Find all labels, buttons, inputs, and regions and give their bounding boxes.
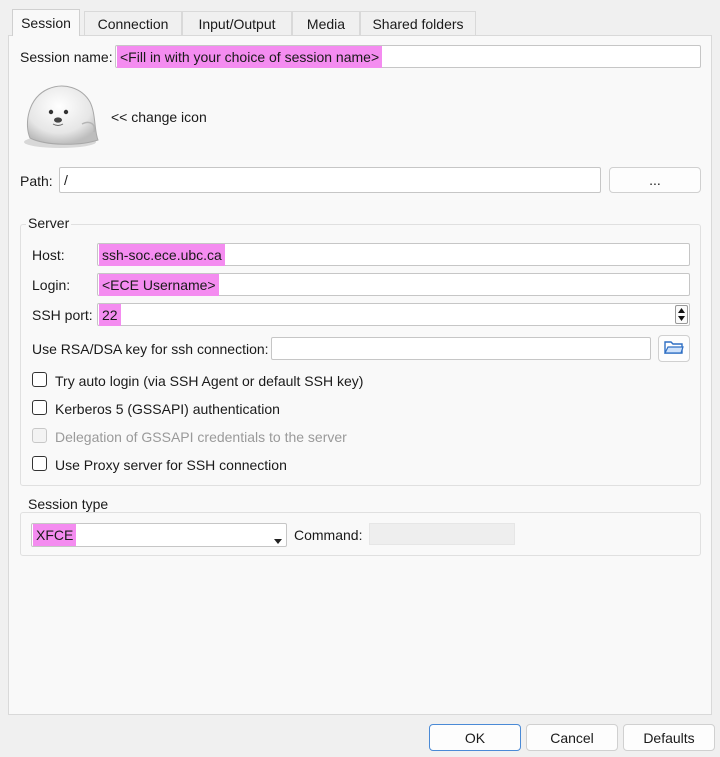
auto-login-label[interactable]: Try auto login (via SSH Agent or default… [55, 373, 363, 389]
path-value: / [64, 172, 68, 188]
folder-icon [664, 339, 684, 358]
server-group-title: Server [26, 215, 72, 231]
gssapi-delegation-checkbox [32, 428, 47, 443]
session-name-label: Session name: [20, 49, 113, 65]
login-value: <ECE Username> [99, 273, 219, 296]
session-name-input[interactable]: <Fill in with your choice of session nam… [115, 45, 701, 68]
host-label: Host: [32, 247, 65, 263]
tab-input-output[interactable]: Input/Output [182, 11, 292, 35]
cancel-label: Cancel [550, 729, 594, 746]
proxy-checkbox[interactable] [32, 456, 47, 471]
login-label: Login: [32, 277, 71, 293]
ssh-port-value: 22 [99, 303, 121, 326]
browse-path-button[interactable]: ... [609, 167, 701, 193]
ssh-port-label: SSH port: [32, 307, 93, 323]
chevron-down-icon [274, 532, 282, 548]
session-type-value: XFCE [33, 524, 77, 546]
kerberos-checkbox[interactable] [32, 400, 47, 415]
host-input[interactable]: ssh-soc.ece.ubc.ca [97, 243, 690, 266]
gssapi-delegation-label: Delegation of GSSAPI credentials to the … [55, 429, 347, 445]
seal-icon[interactable] [20, 80, 102, 150]
tab-shared-folders[interactable]: Shared folders [360, 11, 476, 35]
session-type-select[interactable]: XFCE [31, 523, 287, 547]
browse-path-label: ... [649, 172, 661, 188]
tab-media[interactable]: Media [292, 11, 360, 35]
tab-media-label: Media [306, 15, 346, 32]
tab-session[interactable]: Session [12, 9, 80, 36]
tab-connection-label: Connection [97, 15, 169, 32]
command-input [369, 523, 515, 545]
tab-shared-folders-label: Shared folders [372, 15, 464, 32]
command-label: Command: [294, 527, 363, 543]
session-type-title: Session type [26, 496, 111, 512]
path-input[interactable]: / [59, 167, 601, 193]
rsa-key-label: Use RSA/DSA key for ssh connection: [32, 341, 269, 357]
spinner-arrows-icon[interactable] [675, 305, 688, 324]
browse-key-button[interactable] [658, 335, 690, 362]
tab-input-output-label: Input/Output [198, 15, 276, 32]
host-value: ssh-soc.ece.ubc.ca [99, 243, 225, 266]
ok-label: OK [464, 729, 486, 746]
login-input[interactable]: <ECE Username> [97, 273, 690, 296]
rsa-key-input[interactable] [271, 337, 651, 360]
defaults-label: Defaults [643, 729, 695, 746]
kerberos-label[interactable]: Kerberos 5 (GSSAPI) authentication [55, 401, 280, 417]
ssh-port-input[interactable]: 22 [97, 303, 690, 326]
session-name-value: <Fill in with your choice of session nam… [117, 45, 383, 68]
path-label: Path: [20, 173, 53, 189]
proxy-label[interactable]: Use Proxy server for SSH connection [55, 457, 287, 473]
auto-login-checkbox[interactable] [32, 372, 47, 387]
defaults-button[interactable]: Defaults [623, 724, 715, 751]
tab-connection[interactable]: Connection [84, 11, 182, 35]
change-icon-label[interactable]: << change icon [111, 109, 207, 125]
cancel-button[interactable]: Cancel [526, 724, 618, 751]
ok-button[interactable]: OK [429, 724, 521, 751]
tab-session-label: Session [21, 15, 71, 31]
